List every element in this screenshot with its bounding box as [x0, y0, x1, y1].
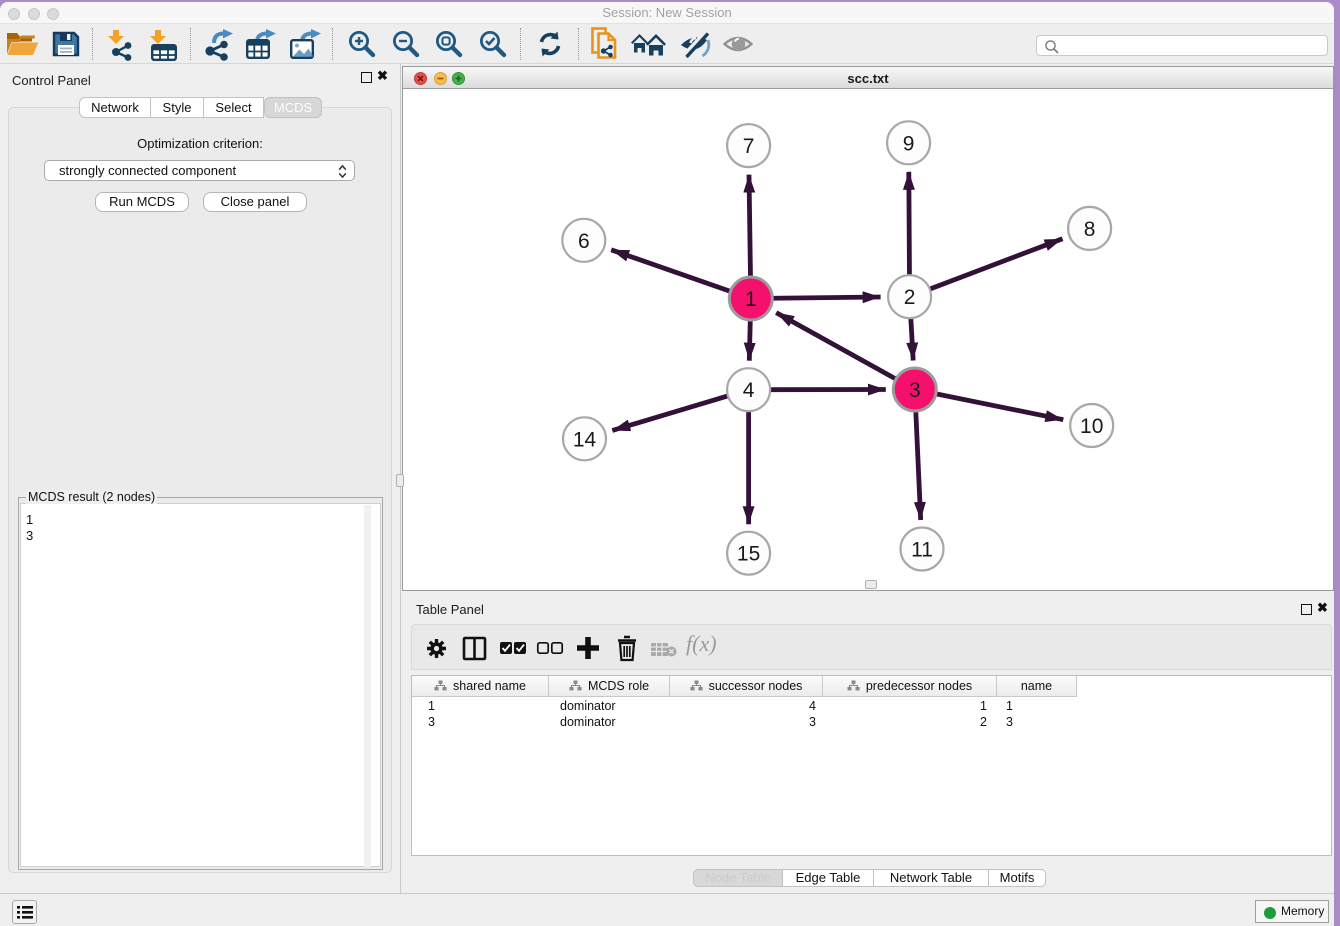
svg-text:11: 11 [911, 539, 933, 562]
svg-text:3: 3 [909, 379, 921, 402]
svg-text:15: 15 [737, 543, 760, 566]
svg-text:2: 2 [904, 286, 916, 309]
svg-text:8: 8 [1084, 218, 1096, 241]
svg-text:4: 4 [743, 379, 755, 402]
svg-text:7: 7 [743, 135, 755, 158]
svg-text:1: 1 [745, 288, 757, 311]
svg-text:9: 9 [903, 132, 915, 155]
svg-text:6: 6 [578, 230, 590, 253]
svg-text:14: 14 [573, 428, 597, 451]
svg-text:10: 10 [1080, 415, 1103, 438]
